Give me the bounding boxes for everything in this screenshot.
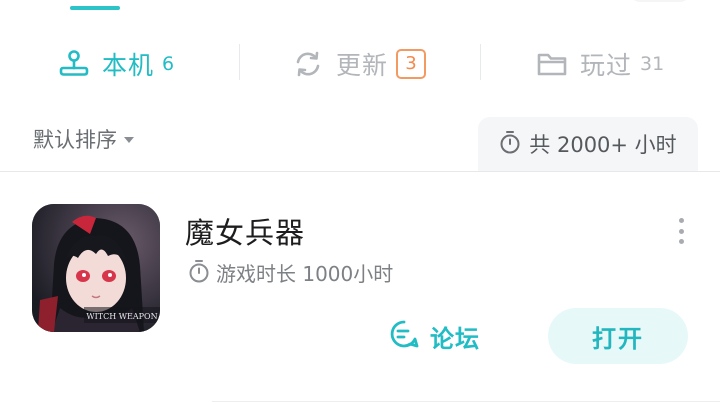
library-tabs: 本机 6 更新 3 玩过 31: [0, 36, 720, 92]
active-tab-indicator: [70, 6, 120, 10]
tab-played[interactable]: 玩过 31: [536, 36, 664, 92]
stopwatch-icon: [188, 259, 210, 287]
caret-down-icon: [124, 137, 134, 143]
tab-divider: [239, 44, 240, 80]
sort-label: 默认排序: [33, 128, 117, 152]
more-dot: [678, 218, 684, 223]
more-dot: [678, 239, 684, 244]
tab-local-count: 6: [162, 53, 175, 75]
open-label: 打开: [592, 324, 644, 353]
sort-dropdown[interactable]: 默认排序: [33, 124, 134, 154]
top-right-decoration: [630, 0, 690, 2]
tab-update[interactable]: 更新 3: [292, 36, 427, 92]
chat-bubble-icon: [388, 318, 420, 354]
list-divider: [212, 401, 720, 402]
more-options-icon[interactable]: [672, 216, 690, 246]
tab-local[interactable]: 本机 6: [58, 36, 174, 92]
tab-update-label: 更新: [336, 51, 389, 80]
game-title: 魔女兵器: [185, 216, 306, 250]
forum-label: 论坛: [430, 324, 480, 353]
more-dot: [678, 228, 684, 234]
game-list-item[interactable]: WITCH WEAPON 魔女兵器 游戏时长 1000小时 论坛 打开: [0, 172, 720, 405]
game-playtime-text: 游戏时长 1000小时: [216, 262, 394, 286]
game-playtime: 游戏时长 1000小时: [188, 258, 393, 287]
folder-icon: [536, 48, 568, 80]
total-playtime: 共 2000+ 小时: [478, 117, 698, 171]
update-count-badge: 3: [396, 49, 427, 79]
game-icon-caption: WITCH WEAPON: [86, 312, 157, 321]
tab-played-count: 31: [640, 53, 665, 75]
stopwatch-icon: [499, 130, 521, 158]
open-game-button[interactable]: 打开: [548, 308, 688, 364]
total-playtime-text: 共 2000+ 小时: [529, 133, 677, 157]
tab-divider: [480, 44, 481, 80]
tab-local-label: 本机: [102, 51, 155, 80]
refresh-icon: [292, 48, 324, 80]
forum-button[interactable]: 论坛: [388, 318, 480, 354]
tab-played-label: 玩过: [580, 51, 633, 80]
joystick-icon: [58, 48, 90, 80]
game-icon[interactable]: WITCH WEAPON: [32, 204, 160, 332]
